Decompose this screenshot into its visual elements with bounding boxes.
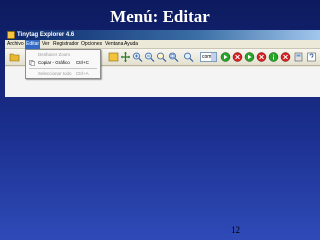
- info-icon[interactable]: [268, 51, 279, 63]
- window-titlebar[interactable]: Tinytag Explorer 4.6: [5, 30, 320, 40]
- grid-icon[interactable]: [108, 51, 119, 63]
- menu-bar: Archivo Editar Ver Registrador Opciones …: [5, 40, 320, 49]
- menu-item-select-all[interactable]: Seleccionar todo Ctrl+A: [26, 70, 100, 78]
- open-folder-icon[interactable]: [9, 51, 20, 63]
- menu-ventana[interactable]: Ventana: [104, 40, 124, 49]
- zoom-fit-icon[interactable]: [183, 51, 194, 63]
- menu-registrador[interactable]: Registrador: [52, 40, 80, 49]
- menu-item-shortcut: Ctrl+C: [76, 60, 89, 65]
- com-port-select[interactable]: com0: [200, 52, 217, 62]
- page-number: 12: [231, 225, 240, 235]
- cancel-icon[interactable]: [256, 51, 267, 63]
- edit-menu-dropdown: Deshacer Zoom Copiar - Gráfico Ctrl+C Se…: [25, 49, 101, 79]
- menu-item-copy-chart[interactable]: Copiar - Gráfico Ctrl+C: [26, 59, 100, 67]
- window-title: Tinytag Explorer 4.6: [17, 32, 75, 38]
- menu-item-label: Seleccionar todo: [38, 71, 72, 76]
- menu-archivo[interactable]: Archivo: [6, 40, 25, 49]
- slide-title: Menú: Editar: [110, 7, 210, 26]
- stop-record-icon[interactable]: [280, 51, 291, 63]
- play-icon[interactable]: [220, 51, 231, 63]
- menu-item-shortcut: Ctrl+A: [76, 71, 89, 76]
- chevron-down-icon[interactable]: [211, 53, 216, 61]
- app-icon: [7, 31, 15, 39]
- copy-icon: [29, 60, 35, 66]
- help-icon[interactable]: [306, 51, 317, 63]
- menu-editar[interactable]: Editar: [25, 40, 41, 49]
- menu-ayuda[interactable]: Ayuda: [123, 40, 139, 49]
- zoom-full-icon[interactable]: [168, 51, 179, 63]
- menu-ver[interactable]: Ver: [41, 40, 51, 49]
- menu-separator: [29, 68, 97, 69]
- pan-icon[interactable]: [120, 51, 131, 63]
- zoom-in-icon[interactable]: [132, 51, 143, 63]
- download-icon[interactable]: [244, 51, 255, 63]
- zoom-area-icon[interactable]: [156, 51, 167, 63]
- zoom-out-icon[interactable]: [144, 51, 155, 63]
- menu-opciones[interactable]: Opciones: [80, 40, 103, 49]
- menu-item-label: Deshacer Zoom: [38, 52, 71, 57]
- stop-icon[interactable]: [232, 51, 243, 63]
- menu-item-undo-zoom[interactable]: Deshacer Zoom: [26, 51, 100, 59]
- menu-item-label: Copiar - Gráfico: [38, 60, 70, 65]
- sensor-icon[interactable]: [293, 51, 304, 63]
